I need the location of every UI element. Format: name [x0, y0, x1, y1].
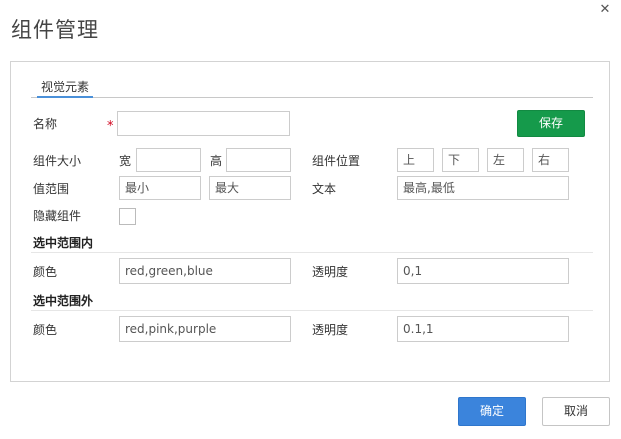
position-label: 组件位置	[312, 154, 361, 168]
range-label: 值范围	[33, 182, 70, 196]
name-label: 名称	[33, 117, 58, 131]
out-range-color-input[interactable]	[119, 316, 291, 342]
range-max-input[interactable]	[209, 176, 291, 200]
out-range-section-title: 选中范围外	[33, 294, 94, 308]
text-input[interactable]	[397, 176, 569, 200]
in-range-divider	[31, 252, 593, 253]
out-range-divider	[31, 310, 593, 311]
text-label: 文本	[312, 182, 337, 196]
position-right-input[interactable]	[532, 148, 569, 172]
hidden-label: 隐藏组件	[33, 209, 82, 223]
tab-bar: 视觉元素	[31, 76, 593, 98]
size-label: 组件大小	[33, 154, 82, 168]
close-icon[interactable]: ✕	[598, 3, 612, 17]
height-label: 高	[210, 154, 223, 168]
component-manager-dialog: 组件管理 ✕ 视觉元素 名称 * 保存 组件大小 宽 高 组件位置 值范围 文本…	[0, 0, 621, 439]
range-min-input[interactable]	[119, 176, 201, 200]
width-input[interactable]	[136, 148, 201, 172]
tab-visual-elements[interactable]: 视觉元素	[37, 78, 94, 98]
in-range-opacity-input[interactable]	[397, 258, 569, 284]
ok-button[interactable]: 确定	[458, 397, 526, 426]
visual-elements-panel: 视觉元素 名称 * 保存 组件大小 宽 高 组件位置 值范围 文本 隐藏组件 选…	[10, 61, 610, 382]
in-range-section-title: 选中范围内	[33, 236, 94, 250]
cancel-button[interactable]: 取消	[542, 397, 610, 426]
position-top-input[interactable]	[397, 148, 434, 172]
name-input[interactable]	[117, 111, 290, 136]
position-left-input[interactable]	[487, 148, 524, 172]
required-mark: *	[107, 119, 114, 134]
out-range-opacity-label: 透明度	[312, 323, 349, 337]
in-range-opacity-label: 透明度	[312, 265, 349, 279]
width-label: 宽	[119, 154, 132, 168]
position-bottom-input[interactable]	[442, 148, 479, 172]
in-range-color-input[interactable]	[119, 258, 291, 284]
out-range-color-label: 颜色	[33, 323, 58, 337]
height-input[interactable]	[226, 148, 291, 172]
hidden-checkbox[interactable]	[119, 208, 136, 225]
out-range-opacity-input[interactable]	[397, 316, 569, 342]
dialog-title: 组件管理	[11, 18, 99, 42]
in-range-color-label: 颜色	[33, 265, 58, 279]
save-button[interactable]: 保存	[517, 110, 585, 137]
